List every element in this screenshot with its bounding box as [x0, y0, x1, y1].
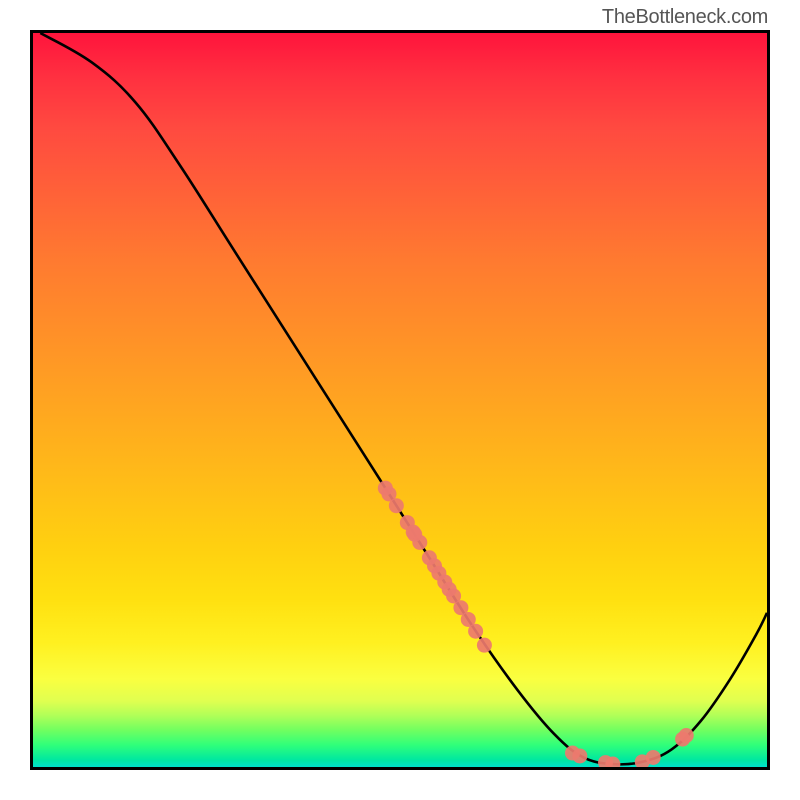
chart-container: TheBottleneck.com — [0, 0, 800, 800]
curve-line — [40, 33, 767, 764]
data-point — [468, 624, 483, 639]
plot-area — [30, 30, 770, 770]
data-point — [679, 728, 694, 743]
data-point — [412, 535, 427, 550]
data-point — [477, 638, 492, 653]
bottleneck-curve — [40, 33, 767, 764]
data-point — [389, 498, 404, 513]
chart-svg — [33, 33, 767, 767]
watermark-label: TheBottleneck.com — [602, 6, 768, 29]
data-point — [572, 748, 587, 763]
data-markers — [378, 481, 694, 767]
data-point — [646, 750, 661, 765]
